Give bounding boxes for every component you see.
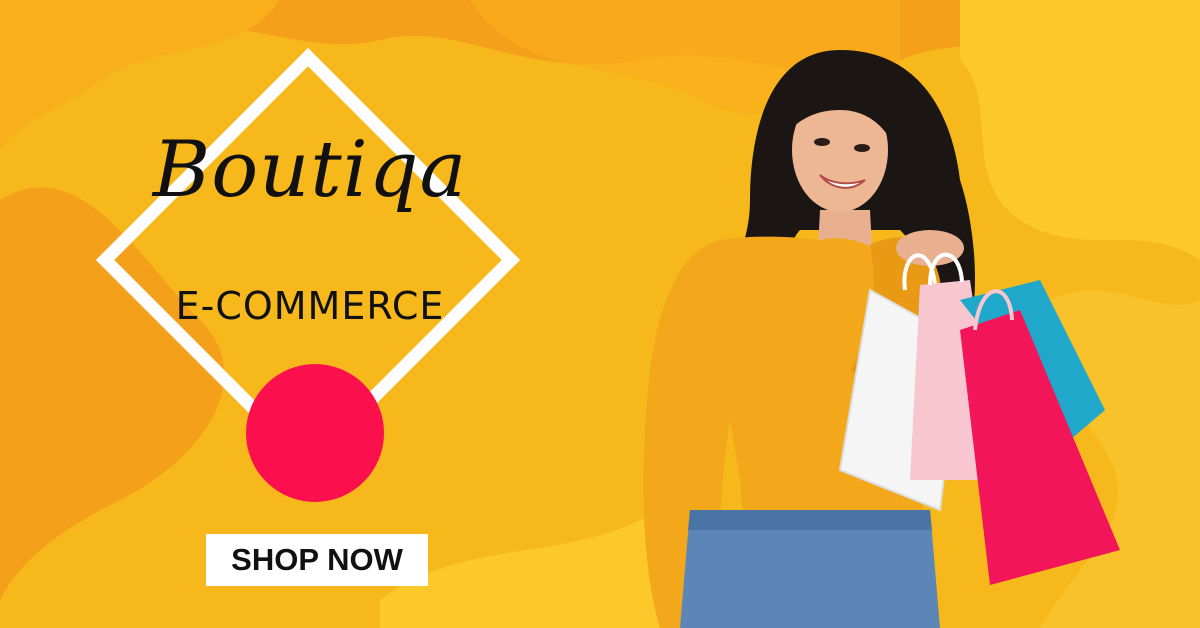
promo-banner: Boutiqa E-COMMERCE SHOP NOW bbox=[0, 0, 1200, 628]
brand-name: Boutiqa bbox=[152, 125, 468, 215]
tagline: E-COMMERCE bbox=[175, 284, 445, 328]
accent-circle bbox=[246, 364, 384, 502]
shopper-photo bbox=[643, 50, 1120, 628]
shop-now-button[interactable]: SHOP NOW bbox=[206, 534, 428, 586]
